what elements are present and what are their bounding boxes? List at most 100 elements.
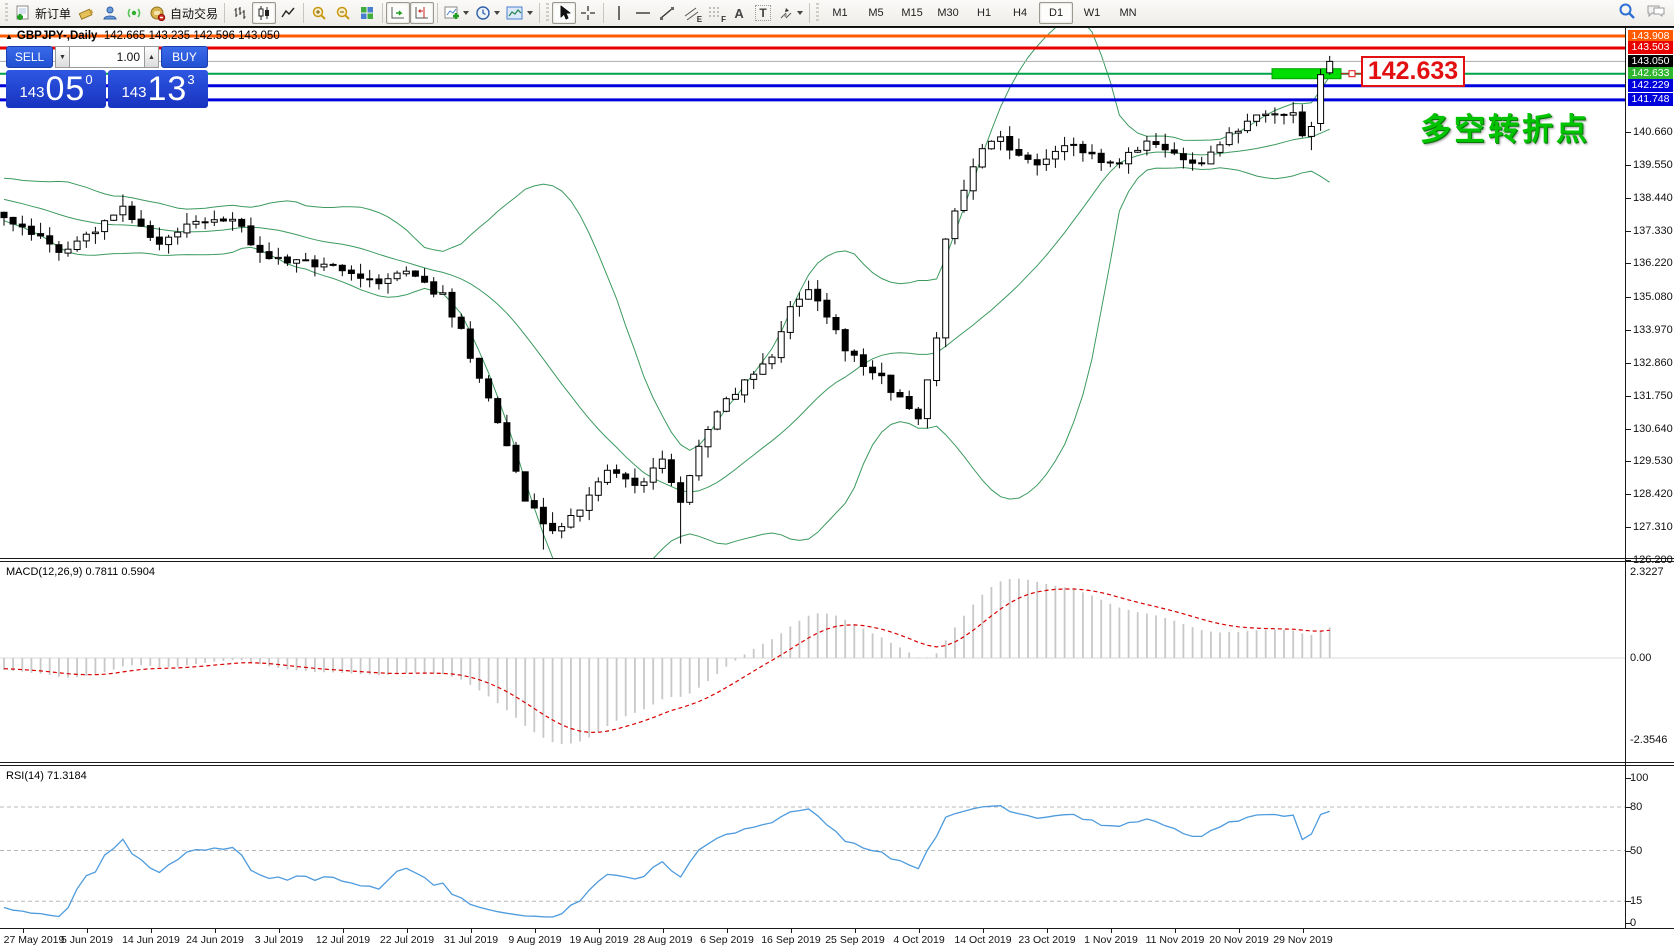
symbol-name: GBPJPY-,Daily xyxy=(17,30,98,42)
autotrade-icon xyxy=(149,5,166,21)
auto-scroll-button[interactable] xyxy=(386,2,410,24)
template-dropdown-caret[interactable] xyxy=(527,11,533,15)
buy-price-prefix: 143 xyxy=(121,80,146,106)
price-axis-border xyxy=(1625,27,1626,928)
price-level-label: 143.503 xyxy=(1628,41,1673,54)
timeframe-D1[interactable]: D1 xyxy=(1039,2,1073,24)
text-label-button[interactable]: T xyxy=(751,2,775,24)
date-label: 19 Aug 2019 xyxy=(570,934,629,946)
toolbar-separator xyxy=(603,3,604,23)
macd-tick-label: 2.3227 xyxy=(1630,566,1664,578)
price-tick-label: 136.220 xyxy=(1633,257,1673,269)
turning-point-annotation[interactable]: 多空转折点 xyxy=(1420,104,1590,149)
periods-dropdown-caret[interactable] xyxy=(494,11,500,15)
zoom-in-icon xyxy=(311,5,327,21)
date-tick-mark xyxy=(599,929,600,933)
zoom-in-button[interactable] xyxy=(307,2,331,24)
toolbar-separator xyxy=(303,3,304,23)
price-callout-label[interactable]: 142.633 xyxy=(1361,56,1465,87)
price-tick-mark xyxy=(1626,461,1631,462)
chat-icon[interactable] xyxy=(1646,2,1666,20)
volume-input[interactable] xyxy=(70,46,144,68)
price-tick-mark xyxy=(1626,527,1631,528)
date-label: 3 Jul 2019 xyxy=(255,934,303,946)
timeframe-H4[interactable]: H4 xyxy=(1003,2,1037,24)
new-order-button[interactable]: 新订单 xyxy=(11,2,74,24)
crosshair-icon xyxy=(580,5,596,21)
date-axis[interactable]: 27 May 20195 Jun 201914 Jun 201924 Jun 2… xyxy=(0,929,1674,950)
volume-decrease-button[interactable]: ▼ xyxy=(55,46,70,68)
timeframe-M1[interactable]: M1 xyxy=(823,2,857,24)
date-label: 22 Jul 2019 xyxy=(380,934,434,946)
toolbar-grip[interactable] xyxy=(815,3,820,23)
macd-panel[interactable] xyxy=(0,562,1626,762)
text-tool-icon: A xyxy=(734,6,743,21)
price-tick-label: 130.640 xyxy=(1633,423,1673,435)
toolbar-grip[interactable] xyxy=(545,3,550,23)
periods-button[interactable] xyxy=(472,2,503,24)
volume-increase-button[interactable]: ▲ xyxy=(144,46,159,68)
search-icon[interactable] xyxy=(1618,2,1636,20)
autotrade-button[interactable]: 自动交易 xyxy=(146,2,221,24)
template-button[interactable] xyxy=(503,2,536,24)
toolbar-separator xyxy=(539,3,540,23)
signal-button[interactable] xyxy=(122,2,146,24)
indicators-dropdown-caret[interactable] xyxy=(463,11,469,15)
bar-chart-button[interactable] xyxy=(228,2,252,24)
zoom-out-button[interactable] xyxy=(331,2,355,24)
price-tick-mark xyxy=(1626,494,1631,495)
crosshair-button[interactable] xyxy=(576,2,600,24)
tile-windows-button[interactable] xyxy=(355,2,379,24)
buy-price-tile[interactable]: 143133 xyxy=(108,70,208,108)
sell-button[interactable]: SELL xyxy=(6,46,53,68)
sell-price-tile[interactable]: 143050 xyxy=(6,70,106,108)
date-label: 20 Nov 2019 xyxy=(1209,934,1269,946)
price-level-label: 142.229 xyxy=(1628,79,1673,92)
macd-rsi-splitter[interactable] xyxy=(0,762,1674,763)
price-tick-mark xyxy=(1626,165,1631,166)
fibonacci-button[interactable]: F xyxy=(703,2,727,24)
date-tick-mark xyxy=(151,929,152,933)
text-button[interactable]: A xyxy=(727,2,751,24)
arrows-dropdown-caret[interactable] xyxy=(797,11,803,15)
rsi-tick-label: 100 xyxy=(1630,772,1648,784)
equidistant-channel-button[interactable]: E xyxy=(679,2,703,24)
timeframe-M15[interactable]: M15 xyxy=(895,2,929,24)
date-tick-mark xyxy=(87,929,88,933)
price-tick-label: 140.660 xyxy=(1633,126,1673,138)
rsi-panel[interactable] xyxy=(0,766,1626,928)
date-label: 25 Sep 2019 xyxy=(825,934,885,946)
date-label: 5 Jun 2019 xyxy=(61,934,113,946)
price-chart-panel[interactable] xyxy=(0,27,1626,558)
candlestick-chart-button[interactable] xyxy=(252,2,276,24)
arrows-button[interactable] xyxy=(775,2,806,24)
horizontal-line-button[interactable] xyxy=(631,2,655,24)
toolbar-grip[interactable] xyxy=(4,3,9,23)
main-toolbar: 新订单 自动交易 xyxy=(0,0,1674,27)
date-label: 23 Oct 2019 xyxy=(1018,934,1075,946)
date-tick-mark xyxy=(855,929,856,933)
date-tick-mark xyxy=(983,929,984,933)
line-chart-button[interactable] xyxy=(276,2,300,24)
collapse-icon[interactable]: ▲ xyxy=(5,32,13,41)
date-label: 14 Oct 2019 xyxy=(954,934,1011,946)
price-tick-label: 135.080 xyxy=(1633,291,1673,303)
highlighter-button[interactable] xyxy=(74,2,98,24)
highlighter-icon xyxy=(78,5,94,21)
price-level-label: 141.748 xyxy=(1628,93,1673,106)
timeframe-H1[interactable]: H1 xyxy=(967,2,1001,24)
cursor-button[interactable] xyxy=(552,2,576,24)
price-tick-label: 139.550 xyxy=(1633,159,1673,171)
vertical-line-button[interactable] xyxy=(607,2,631,24)
price-macd-splitter[interactable] xyxy=(0,558,1674,559)
buy-button[interactable]: BUY xyxy=(161,46,208,68)
timeframe-MN[interactable]: MN xyxy=(1111,2,1145,24)
indicators-button[interactable] xyxy=(441,2,472,24)
buy-price-sup: 3 xyxy=(187,73,194,86)
profile-button[interactable] xyxy=(98,2,122,24)
timeframe-W1[interactable]: W1 xyxy=(1075,2,1109,24)
chart-shift-button[interactable] xyxy=(410,2,434,24)
trendline-button[interactable] xyxy=(655,2,679,24)
timeframe-M30[interactable]: M30 xyxy=(931,2,965,24)
timeframe-M5[interactable]: M5 xyxy=(859,2,893,24)
